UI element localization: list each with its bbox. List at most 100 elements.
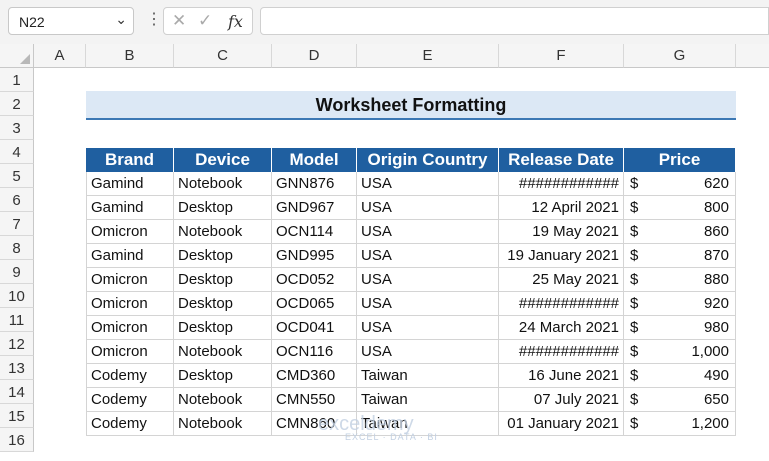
row-header-14[interactable]: 14 bbox=[0, 380, 34, 404]
row-header-3[interactable]: 3 bbox=[0, 116, 34, 140]
formula-input[interactable] bbox=[260, 7, 769, 35]
table-cell[interactable]: OCN114 bbox=[272, 220, 357, 244]
row-header-5[interactable]: 5 bbox=[0, 164, 34, 188]
table-cell[interactable]: USA bbox=[357, 268, 499, 292]
table-cell[interactable]: Gamind bbox=[86, 172, 174, 196]
table-header-cell[interactable]: Device bbox=[174, 148, 272, 172]
table-cell[interactable]: 07 July 2021 bbox=[499, 388, 624, 412]
table-cell[interactable]: Codemy bbox=[86, 412, 174, 436]
row-header-16[interactable]: 16 bbox=[0, 428, 34, 452]
insert-function-icon[interactable]: fx bbox=[228, 12, 243, 31]
table-cell[interactable]: Desktop bbox=[174, 244, 272, 268]
table-cell[interactable]: 19 May 2021 bbox=[499, 220, 624, 244]
table-cell[interactable]: Omicron bbox=[86, 268, 174, 292]
select-all-corner[interactable] bbox=[0, 44, 34, 68]
row-header-8[interactable]: 8 bbox=[0, 236, 34, 260]
row-header-2[interactable]: 2 bbox=[0, 92, 34, 116]
more-options-icon[interactable]: ⋮ bbox=[146, 9, 162, 29]
column-header-a[interactable]: A bbox=[34, 44, 86, 68]
table-cell[interactable]: Gamind bbox=[86, 244, 174, 268]
table-cell[interactable]: OCD052 bbox=[272, 268, 357, 292]
table-cell[interactable]: Omicron bbox=[86, 316, 174, 340]
table-header-cell[interactable]: Price bbox=[624, 148, 736, 172]
table-cell[interactable]: Notebook bbox=[174, 172, 272, 196]
table-cell[interactable]: ############ bbox=[499, 172, 624, 196]
column-header-d[interactable]: D bbox=[272, 44, 357, 68]
confirm-icon[interactable]: ✓ bbox=[198, 11, 212, 31]
table-cell[interactable]: Omicron bbox=[86, 292, 174, 316]
table-cell[interactable]: $620 bbox=[624, 172, 736, 196]
table-cell[interactable]: OCN116 bbox=[272, 340, 357, 364]
table-cell[interactable]: OCD065 bbox=[272, 292, 357, 316]
column-header-c[interactable]: C bbox=[174, 44, 272, 68]
row-header-13[interactable]: 13 bbox=[0, 356, 34, 380]
table-cell[interactable]: 25 May 2021 bbox=[499, 268, 624, 292]
table-header-cell[interactable]: Origin Country bbox=[357, 148, 499, 172]
table-cell[interactable]: Omicron bbox=[86, 220, 174, 244]
table-cell[interactable]: $980 bbox=[624, 316, 736, 340]
table-cell[interactable]: Desktop bbox=[174, 196, 272, 220]
table-cell[interactable]: GND967 bbox=[272, 196, 357, 220]
table-cell[interactable]: Codemy bbox=[86, 364, 174, 388]
table-cell[interactable]: USA bbox=[357, 196, 499, 220]
table-cell[interactable]: $490 bbox=[624, 364, 736, 388]
table-header-cell[interactable]: Release Date bbox=[499, 148, 624, 172]
table-cell[interactable]: USA bbox=[357, 340, 499, 364]
table-cell[interactable]: Notebook bbox=[174, 340, 272, 364]
row-header-1[interactable]: 1 bbox=[0, 68, 34, 92]
table-cell[interactable]: $650 bbox=[624, 388, 736, 412]
table-cell[interactable]: USA bbox=[357, 292, 499, 316]
table-cell[interactable]: $1,000 bbox=[624, 340, 736, 364]
table-cell[interactable]: Desktop bbox=[174, 364, 272, 388]
table-cell[interactable]: Taiwan bbox=[357, 364, 499, 388]
sheet-title[interactable]: Worksheet Formatting bbox=[86, 91, 736, 120]
column-header-g[interactable]: G bbox=[624, 44, 736, 68]
name-box[interactable]: N22 ⌄ bbox=[8, 7, 134, 35]
table-cell[interactable]: GND995 bbox=[272, 244, 357, 268]
row-header-9[interactable]: 9 bbox=[0, 260, 34, 284]
row-header-4[interactable]: 4 bbox=[0, 140, 34, 164]
column-header-b[interactable]: B bbox=[86, 44, 174, 68]
table-cell[interactable]: Desktop bbox=[174, 268, 272, 292]
table-cell[interactable]: 01 January 2021 bbox=[499, 412, 624, 436]
table-cell[interactable]: Omicron bbox=[86, 340, 174, 364]
table-cell[interactable]: $920 bbox=[624, 292, 736, 316]
table-header-cell[interactable]: Brand bbox=[86, 148, 174, 172]
table-cell[interactable]: CMD360 bbox=[272, 364, 357, 388]
table-cell[interactable]: Notebook bbox=[174, 412, 272, 436]
table-cell[interactable]: Notebook bbox=[174, 220, 272, 244]
row-header-6[interactable]: 6 bbox=[0, 188, 34, 212]
table-cell[interactable]: 19 January 2021 bbox=[499, 244, 624, 268]
table-cell[interactable]: GNN876 bbox=[272, 172, 357, 196]
column-header-e[interactable]: E bbox=[357, 44, 499, 68]
table-cell[interactable]: 12 April 2021 bbox=[499, 196, 624, 220]
row-header-12[interactable]: 12 bbox=[0, 332, 34, 356]
table-cell[interactable]: $870 bbox=[624, 244, 736, 268]
table-cell[interactable]: USA bbox=[357, 244, 499, 268]
table-cell[interactable]: $800 bbox=[624, 196, 736, 220]
table-header-cell[interactable]: Model bbox=[272, 148, 357, 172]
table-cell[interactable]: Desktop bbox=[174, 292, 272, 316]
row-header-10[interactable]: 10 bbox=[0, 284, 34, 308]
table-cell[interactable]: $1,200 bbox=[624, 412, 736, 436]
table-cell[interactable]: USA bbox=[357, 172, 499, 196]
table-cell[interactable]: CMN550 bbox=[272, 388, 357, 412]
table-cell[interactable]: ############ bbox=[499, 292, 624, 316]
table-cell[interactable]: ############ bbox=[499, 340, 624, 364]
table-cell[interactable]: $860 bbox=[624, 220, 736, 244]
table-cell[interactable]: Notebook bbox=[174, 388, 272, 412]
table-cell[interactable]: $880 bbox=[624, 268, 736, 292]
table-cell[interactable]: 16 June 2021 bbox=[499, 364, 624, 388]
row-header-11[interactable]: 11 bbox=[0, 308, 34, 332]
table-cell[interactable]: USA bbox=[357, 316, 499, 340]
table-cell[interactable]: Desktop bbox=[174, 316, 272, 340]
table-cell[interactable]: 24 March 2021 bbox=[499, 316, 624, 340]
table-cell[interactable]: Codemy bbox=[86, 388, 174, 412]
table-cell[interactable]: USA bbox=[357, 220, 499, 244]
table-cell[interactable]: OCD041 bbox=[272, 316, 357, 340]
cancel-icon[interactable]: ✕ bbox=[172, 11, 186, 31]
chevron-down-icon[interactable]: ⌄ bbox=[115, 11, 127, 28]
row-header-7[interactable]: 7 bbox=[0, 212, 34, 236]
column-header-f[interactable]: F bbox=[499, 44, 624, 68]
table-cell[interactable]: Gamind bbox=[86, 196, 174, 220]
